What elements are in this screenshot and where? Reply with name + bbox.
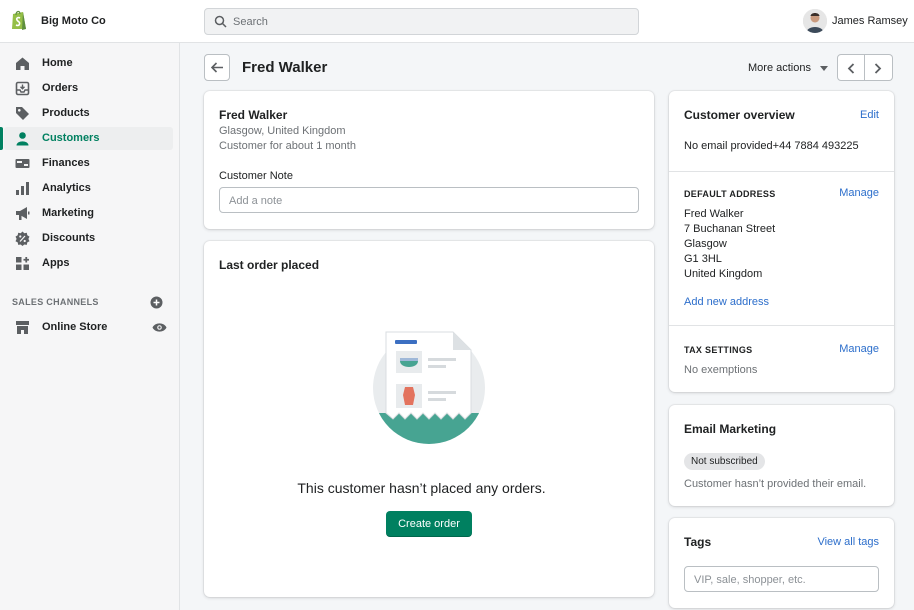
customer-contact-info: No email provided+44 7884 493225 xyxy=(684,140,859,152)
empty-orders-illustration-icon xyxy=(373,331,485,444)
more-actions-button[interactable]: More actions xyxy=(748,62,811,74)
address-line: United Kingdom xyxy=(684,268,763,280)
tag-icon xyxy=(16,107,29,120)
sidebar-item-label: Discounts xyxy=(42,232,96,244)
email-marketing-title: Email Marketing xyxy=(684,422,777,436)
add-new-address-link[interactable]: Add new address xyxy=(684,296,769,308)
sidebar-item-marketing[interactable]: Marketing xyxy=(4,202,173,225)
status-badge: Not subscribed xyxy=(684,453,765,470)
next-customer-button[interactable] xyxy=(865,54,893,81)
user-avatar-icon xyxy=(803,9,827,33)
orders-icon xyxy=(15,81,30,96)
edit-overview-link[interactable]: Edit xyxy=(860,109,879,121)
tags-card: Tags View all tags VIP, sale, shopper, e… xyxy=(669,518,894,608)
customer-note-placeholder: Add a note xyxy=(229,195,283,207)
sidebar-item-finances[interactable]: Finances xyxy=(4,152,173,175)
arrow-left-icon xyxy=(211,62,223,73)
back-button[interactable] xyxy=(204,54,230,81)
sidebar-item-label: Analytics xyxy=(42,182,91,194)
sidebar-item-home[interactable]: Home xyxy=(4,52,173,75)
tax-settings-title: TAX SETTINGS xyxy=(684,345,753,355)
customer-overview-title: Customer overview xyxy=(684,108,795,122)
sidebar-item-apps[interactable]: Apps xyxy=(4,252,173,275)
apps-icon xyxy=(16,257,29,270)
previous-customer-button[interactable] xyxy=(837,54,865,81)
sidebar-item-orders[interactable]: Orders xyxy=(4,77,173,100)
create-order-button[interactable]: Create order xyxy=(386,511,472,537)
page-title: Fred Walker xyxy=(242,59,328,76)
customer-summary-card: Fred Walker Glasgow, United Kingdom Cust… xyxy=(204,91,654,229)
tags-title: Tags xyxy=(684,535,712,549)
sidebar-item-products[interactable]: Products xyxy=(4,102,173,125)
sidebar-item-online-store[interactable]: Online Store xyxy=(4,316,173,339)
sidebar-item-customers[interactable]: Customers xyxy=(0,127,173,150)
address-line: Glasgow xyxy=(684,238,727,250)
customer-note-label: Customer Note xyxy=(219,170,293,182)
address-line: 7 Buchanan Street xyxy=(684,223,776,235)
home-icon xyxy=(16,57,29,70)
address-line: G1 3HL xyxy=(684,253,722,265)
user-name[interactable]: James Ramsey xyxy=(832,15,908,27)
eye-icon[interactable] xyxy=(152,322,167,333)
shopify-logo-icon[interactable] xyxy=(10,9,28,31)
customer-name: Fred Walker xyxy=(219,108,288,122)
megaphone-icon xyxy=(16,207,30,220)
tax-exemptions-value: No exemptions xyxy=(684,364,758,376)
sidebar-item-discounts[interactable]: Discounts xyxy=(4,227,173,250)
tags-input[interactable]: VIP, sale, shopper, etc. xyxy=(684,566,879,592)
sidebar-item-label: Products xyxy=(42,107,90,119)
store-name[interactable]: Big Moto Co xyxy=(41,15,106,27)
divider xyxy=(669,325,894,326)
no-orders-message: This customer hasn’t placed any orders. xyxy=(297,480,546,496)
customer-tenure: Customer for about 1 month xyxy=(219,140,356,152)
bar-chart-icon xyxy=(16,182,29,195)
sidebar: Home Orders Products Customers Finances … xyxy=(0,43,180,610)
address-line: Fred Walker xyxy=(684,208,744,220)
sidebar-item-label: Customers xyxy=(42,132,100,144)
customer-overview-card: Customer overview Edit No email provided… xyxy=(669,91,894,392)
discount-icon xyxy=(15,231,30,246)
last-order-card: Last order placed xyxy=(204,241,654,597)
sidebar-item-label: Home xyxy=(42,57,73,69)
chevron-right-icon xyxy=(874,63,882,74)
store-icon xyxy=(16,321,29,334)
customer-note-input[interactable]: Add a note xyxy=(219,187,639,213)
sidebar-item-label: Orders xyxy=(42,82,79,94)
sidebar-item-label: Finances xyxy=(42,157,90,169)
email-marketing-note: Customer hasn’t provided their email. xyxy=(684,478,867,490)
manage-address-link[interactable]: Manage xyxy=(839,187,879,199)
avatar[interactable] xyxy=(803,9,827,33)
last-order-title: Last order placed xyxy=(219,258,320,272)
search-icon xyxy=(214,15,227,28)
sidebar-item-label: Apps xyxy=(42,257,70,269)
finances-icon xyxy=(15,159,30,168)
sidebar-item-label: Online Store xyxy=(42,321,108,333)
manage-tax-link[interactable]: Manage xyxy=(839,343,879,355)
search-placeholder: Search xyxy=(233,16,268,28)
default-address-title: DEFAULT ADDRESS xyxy=(684,189,776,199)
view-all-tags-link[interactable]: View all tags xyxy=(817,536,879,548)
search-input[interactable]: Search xyxy=(204,8,639,35)
sidebar-item-analytics[interactable]: Analytics xyxy=(4,177,173,200)
tags-placeholder: VIP, sale, shopper, etc. xyxy=(694,574,806,586)
sidebar-item-label: Marketing xyxy=(42,207,94,219)
caret-down-icon[interactable] xyxy=(820,66,828,71)
customer-location: Glasgow, United Kingdom xyxy=(219,125,346,137)
sales-channels-title: SALES CHANNELS xyxy=(12,297,99,307)
person-icon xyxy=(16,132,29,146)
top-bar: Big Moto Co Search James Ramsey xyxy=(0,0,914,43)
chevron-left-icon xyxy=(847,63,855,74)
divider xyxy=(669,171,894,172)
add-sales-channel-icon[interactable] xyxy=(150,296,163,309)
